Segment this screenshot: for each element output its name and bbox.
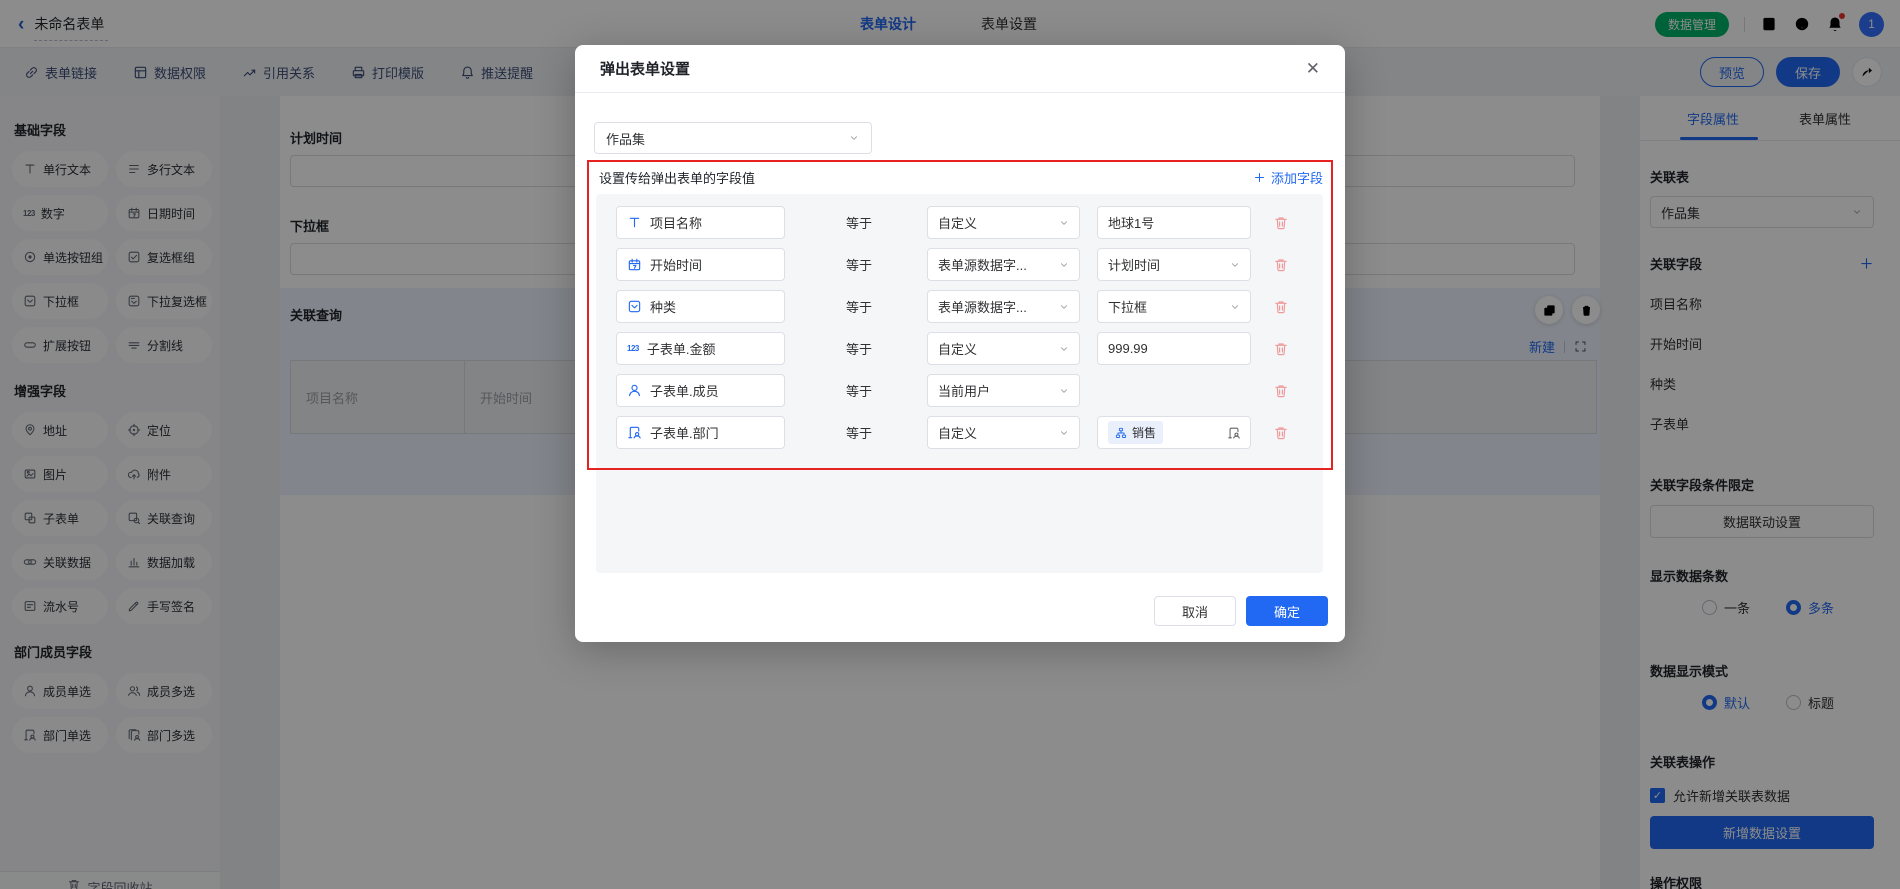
field-mapping-row: 开始时间 等于 表单源数据字... 计划时间	[596, 248, 1323, 281]
chevron-down-icon	[1058, 343, 1070, 355]
delete-row-icon[interactable]	[1273, 425, 1289, 441]
chevron-down-icon	[1058, 217, 1070, 229]
chevron-down-icon	[1058, 385, 1070, 397]
source-text: 当前用户	[938, 381, 990, 400]
dept-tag-label: 销售	[1132, 424, 1156, 441]
value-text: 下拉框	[1108, 297, 1147, 316]
chevron-down-icon	[1058, 427, 1070, 439]
source-text: 自定义	[938, 213, 977, 232]
value-select[interactable]: 下拉框	[1097, 290, 1251, 323]
dept-icon[interactable]	[1227, 426, 1241, 440]
field-name-box: 开始时间	[616, 248, 785, 281]
cancel-button[interactable]: 取消	[1154, 596, 1236, 626]
chevron-down-icon	[1229, 301, 1241, 313]
source-select[interactable]: 自定义	[927, 416, 1080, 449]
source-select[interactable]: 表单源数据字...	[927, 290, 1080, 323]
field-name: 子表单.金额	[647, 339, 716, 358]
source-text: 自定义	[938, 423, 977, 442]
value-text: 计划时间	[1108, 255, 1160, 274]
field-name-box: 子表单.成员	[616, 374, 785, 407]
source-select[interactable]: 表单源数据字...	[927, 248, 1080, 281]
operator-label: 等于	[846, 297, 872, 316]
field-name: 子表单.部门	[650, 423, 719, 442]
value-input[interactable]: 地球1号	[1097, 206, 1251, 239]
source-text: 表单源数据字...	[938, 255, 1027, 274]
operator-label: 等于	[846, 255, 872, 274]
add-field-link[interactable]: 添加字段	[1253, 168, 1323, 187]
field-name-box: 123 子表单.金额	[616, 332, 785, 365]
plus-icon	[1253, 171, 1266, 184]
popup-form-settings-modal: 弹出表单设置 ✕ 作品集 设置传给弹出表单的字段值 添加字段 项目名称等于自定义…	[575, 45, 1345, 642]
text-icon	[627, 215, 642, 230]
source-text: 表单源数据字...	[938, 297, 1027, 316]
delete-row-icon[interactable]	[1273, 215, 1289, 231]
source-select[interactable]: 当前用户	[927, 374, 1080, 407]
operator-label: 等于	[846, 381, 872, 400]
value-input[interactable]: 999.99	[1097, 332, 1251, 365]
operator-label: 等于	[846, 423, 872, 442]
ok-button[interactable]: 确定	[1246, 596, 1328, 626]
close-icon[interactable]: ✕	[1306, 60, 1320, 77]
chevron-down-icon	[1058, 301, 1070, 313]
add-field-label: 添加字段	[1271, 168, 1323, 187]
source-select[interactable]: 自定义	[927, 332, 1080, 365]
field-mapping-row: 项目名称 等于 自定义 地球1号	[596, 206, 1323, 239]
org-icon	[1115, 427, 1127, 439]
field-mapping-row: 子表单.成员 等于 当前用户	[596, 374, 1323, 407]
field-name-box: 种类	[616, 290, 785, 323]
delete-row-icon[interactable]	[1273, 383, 1289, 399]
field-mapping-row: 子表单.部门 等于 自定义 销售	[596, 416, 1323, 449]
field-mapping-row: 123 子表单.金额 等于 自定义 999.99	[596, 332, 1323, 365]
calendar-icon	[627, 257, 642, 272]
field-mapping-rows: 项目名称等于自定义地球1号开始时间等于表单源数据字...计划时间种类等于表单源数…	[596, 194, 1323, 573]
delete-row-icon[interactable]	[1273, 341, 1289, 357]
chevron-down-icon	[1229, 259, 1241, 271]
field-name: 子表单.成员	[650, 381, 719, 400]
delete-row-icon[interactable]	[1273, 299, 1289, 315]
dept-tag: 销售	[1108, 421, 1163, 444]
delete-row-icon[interactable]	[1273, 257, 1289, 273]
source-text: 自定义	[938, 339, 977, 358]
select-icon	[627, 299, 642, 314]
modal-title: 弹出表单设置	[600, 58, 690, 79]
field-name: 开始时间	[650, 255, 702, 274]
source-select[interactable]: 自定义	[927, 206, 1080, 239]
value-text: 999.99	[1108, 341, 1148, 356]
person-icon	[627, 383, 642, 398]
app-root: ‹ 未命名表单 表单设计 表单设置 数据管理 1 表单链接数据权限引用关系打印模…	[0, 0, 1900, 889]
value-dept-picker[interactable]: 销售	[1097, 416, 1251, 449]
field-name-box: 子表单.部门	[616, 416, 785, 449]
target-form-value: 作品集	[606, 129, 645, 148]
value-text: 地球1号	[1108, 213, 1154, 232]
value-select[interactable]: 计划时间	[1097, 248, 1251, 281]
section-title: 设置传给弹出表单的字段值	[599, 168, 755, 187]
dept-icon	[627, 425, 642, 440]
field-mapping-row: 种类 等于 表单源数据字... 下拉框	[596, 290, 1323, 323]
operator-label: 等于	[846, 339, 872, 358]
chevron-down-icon	[848, 132, 860, 144]
number-icon: 123	[627, 344, 639, 353]
field-name-box: 项目名称	[616, 206, 785, 239]
chevron-down-icon	[1058, 259, 1070, 271]
target-form-select[interactable]: 作品集	[594, 122, 872, 154]
operator-label: 等于	[846, 213, 872, 232]
field-name: 种类	[650, 297, 676, 316]
field-name: 项目名称	[650, 213, 702, 232]
